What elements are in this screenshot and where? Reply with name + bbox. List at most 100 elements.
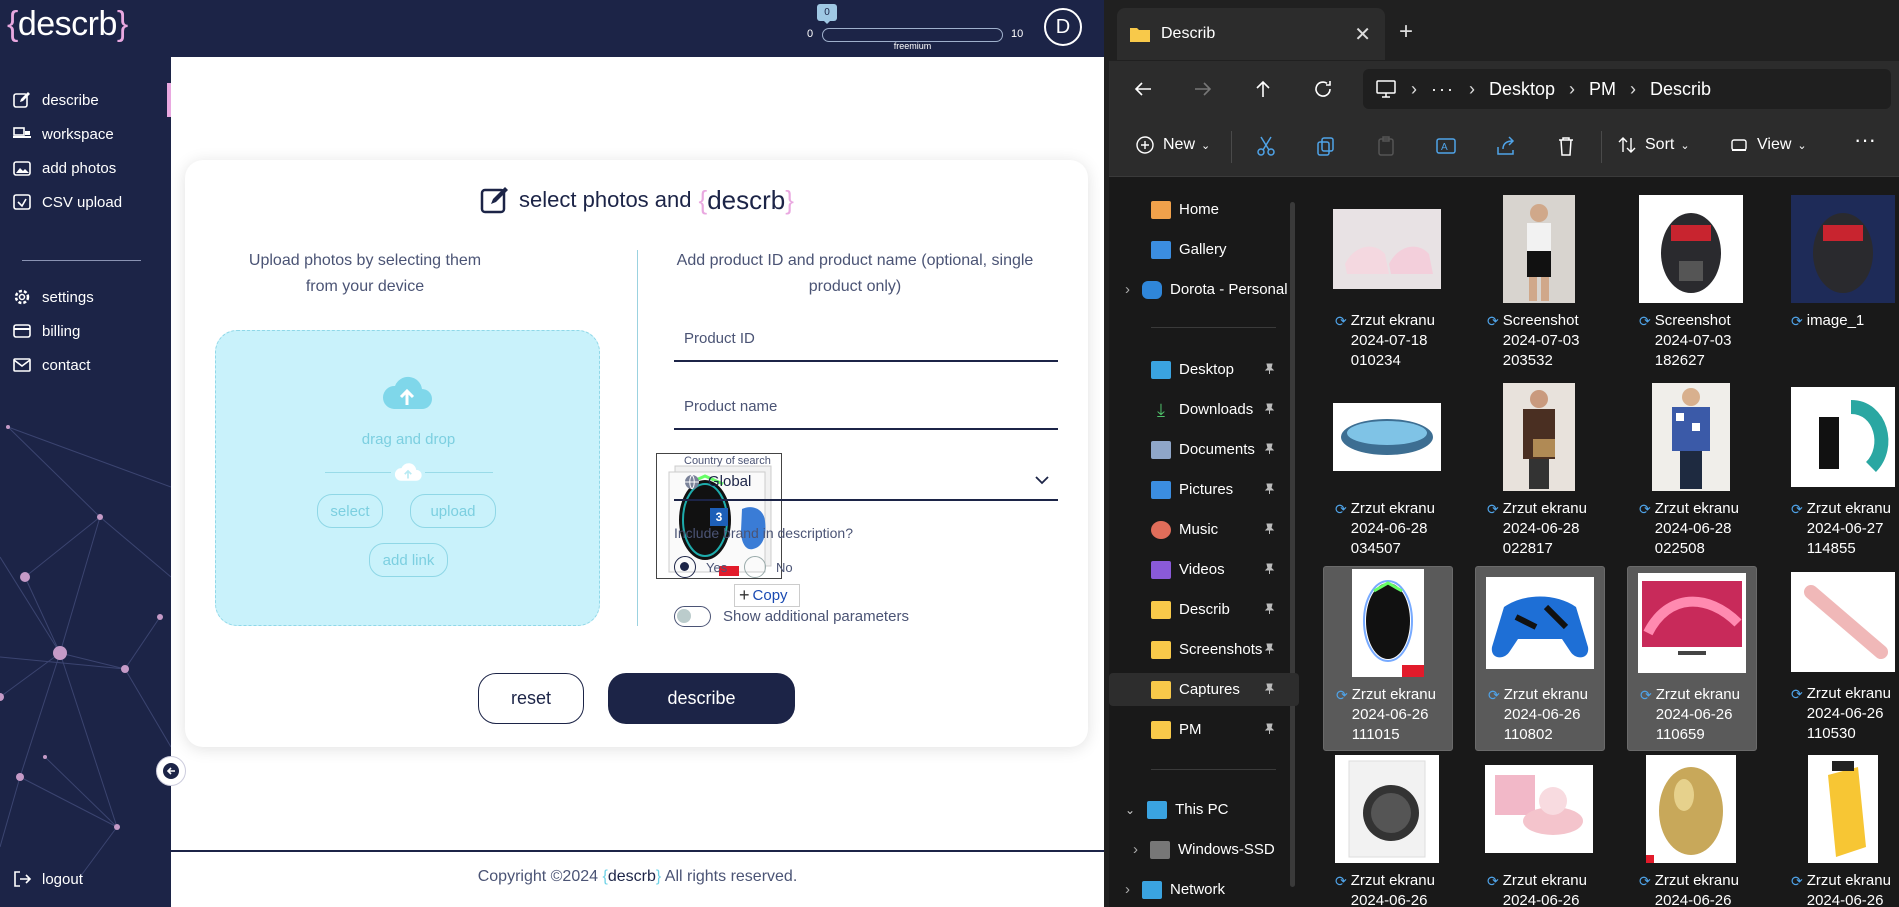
- brand-no-radio[interactable]: No: [744, 556, 793, 578]
- file-tile[interactable]: ⟳ Zrzut ekranu 2024-06-28 034507: [1323, 381, 1453, 566]
- file-tile[interactable]: ⟳ Zrzut ekranu 2024-07-18 010234: [1323, 193, 1453, 378]
- file-tile[interactable]: ⟳ Screenshot 2024-07-03 203532: [1475, 193, 1605, 378]
- plus-icon: +: [739, 585, 750, 605]
- share-icon[interactable]: [1495, 135, 1517, 157]
- nav-home[interactable]: Home: [1109, 193, 1299, 226]
- pin-icon: [1264, 483, 1275, 494]
- cut-icon[interactable]: [1255, 135, 1277, 157]
- nav-describ[interactable]: Describ: [1109, 593, 1299, 626]
- document-icon: [1151, 440, 1171, 459]
- file-name: ⟳ Zrzut ekranu 2024-06-26: [1791, 871, 1899, 907]
- forward-icon[interactable]: [1191, 77, 1215, 101]
- more-options-icon[interactable]: ···: [1854, 127, 1876, 153]
- file-tile[interactable]: ⟳ Zrzut ekranu 2024-06-26: [1323, 753, 1453, 907]
- nav-captures[interactable]: Captures: [1109, 673, 1299, 706]
- file-tile[interactable]: ⟳ Zrzut ekranu 2024-06-26 110530: [1779, 566, 1899, 751]
- avatar[interactable]: D: [1044, 8, 1082, 46]
- file-tile[interactable]: ⟳ Zrzut ekranu 2024-06-26: [1475, 753, 1605, 907]
- sync-icon: ⟳: [1640, 687, 1652, 703]
- product-name-placeholder: Product name: [684, 398, 778, 415]
- breadcrumb-desktop[interactable]: Desktop: [1489, 79, 1555, 100]
- tab-title: Describ: [1161, 25, 1216, 42]
- file-tile-selected[interactable]: ⟳ Zrzut ekranu 2024-06-26 111015: [1323, 566, 1453, 751]
- collapse-sidebar-button[interactable]: [156, 756, 186, 786]
- breadcrumb-pm[interactable]: PM: [1589, 79, 1616, 100]
- product-name-field[interactable]: Product name: [674, 388, 1058, 430]
- logo[interactable]: {descrb}: [7, 5, 128, 44]
- view-button[interactable]: View ⌄: [1729, 135, 1807, 155]
- nav-workspace[interactable]: workspace: [0, 117, 171, 151]
- file-tile[interactable]: ⟳ Zrzut ekranu 2024-06-26: [1779, 753, 1899, 907]
- brand-yes-radio[interactable]: Yes: [674, 556, 727, 578]
- nav-label: contact: [42, 356, 91, 374]
- add-link-button[interactable]: add link: [369, 543, 448, 577]
- nav-network[interactable]: › Network: [1109, 873, 1299, 906]
- nav-add-photos[interactable]: add photos: [0, 151, 171, 185]
- select-button[interactable]: select: [317, 494, 383, 528]
- nav-downloads[interactable]: ⤓ Downloads: [1109, 393, 1299, 426]
- reset-button[interactable]: reset: [478, 673, 584, 724]
- describe-button[interactable]: describe: [608, 673, 795, 724]
- nav-describe[interactable]: describe: [0, 83, 171, 117]
- file-tile-selected[interactable]: ⟳ Zrzut ekranu 2024-06-26 110659: [1627, 566, 1757, 751]
- file-thumbnail: [1635, 193, 1747, 305]
- address-bar[interactable]: › ··· › Desktop › PM › Describ: [1363, 69, 1891, 109]
- file-name: ⟳ Zrzut ekranu 2024-07-18 010234: [1335, 312, 1435, 369]
- paste-icon[interactable]: [1375, 135, 1397, 157]
- nav-onedrive[interactable]: › Dorota - Personal: [1109, 273, 1299, 306]
- nav-contact[interactable]: contact: [0, 348, 171, 382]
- up-icon[interactable]: [1251, 77, 1275, 101]
- music-icon: [1151, 520, 1171, 539]
- sort-button[interactable]: Sort ⌄: [1617, 135, 1690, 155]
- nav-pm[interactable]: PM: [1109, 713, 1299, 746]
- nav-label: CSV upload: [42, 193, 123, 211]
- chevron-down-icon: ⌄: [1201, 139, 1211, 152]
- plan-label: freemium: [893, 41, 932, 51]
- nav-label: describe: [42, 91, 99, 109]
- close-tab-icon[interactable]: ✕: [1354, 22, 1371, 47]
- ellipsis-icon[interactable]: ···: [1431, 79, 1455, 100]
- chevron-right-icon: ›: [1630, 78, 1637, 99]
- nav-settings[interactable]: settings: [0, 280, 171, 314]
- nav-billing[interactable]: billing: [0, 314, 171, 348]
- nav-csv-upload[interactable]: CSV upload: [0, 185, 171, 219]
- product-id-field[interactable]: Product ID: [674, 320, 1058, 362]
- nav-gallery[interactable]: Gallery: [1109, 233, 1299, 266]
- describe-card: select photos and {descrb} Upload photos…: [185, 160, 1088, 747]
- file-tile[interactable]: ⟳ Zrzut ekranu 2024-06-27 114855: [1779, 381, 1899, 566]
- copy-icon[interactable]: [1315, 135, 1337, 157]
- back-icon[interactable]: [1131, 77, 1155, 101]
- toggle-switch[interactable]: [674, 606, 711, 627]
- new-tab-button[interactable]: +: [1399, 18, 1413, 46]
- nav-videos[interactable]: Videos: [1109, 553, 1299, 586]
- nav-this-pc[interactable]: ⌄ This PC: [1109, 793, 1299, 826]
- file-tile[interactable]: ⟳ image_1: [1779, 193, 1899, 378]
- nav-pictures[interactable]: Pictures: [1109, 473, 1299, 506]
- nav-logout[interactable]: logout: [0, 862, 171, 896]
- new-button[interactable]: New ⌄: [1135, 135, 1210, 155]
- delete-icon[interactable]: [1555, 135, 1577, 157]
- chevron-right-icon: ›: [1125, 881, 1130, 898]
- nav-desktop[interactable]: Desktop: [1109, 353, 1299, 386]
- sync-icon: ⟳: [1639, 313, 1651, 329]
- photo-dropzone[interactable]: drag and drop select upload add link: [215, 330, 600, 626]
- nav-windows-ssd[interactable]: › Windows-SSD: [1109, 833, 1299, 866]
- nav-screenshots[interactable]: Screenshots: [1109, 633, 1299, 666]
- show-params-toggle[interactable]: Show additional parameters: [674, 606, 909, 627]
- file-tile[interactable]: ⟳ Zrzut ekranu 2024-06-26: [1627, 753, 1757, 907]
- explorer-tab[interactable]: Describ ✕: [1117, 8, 1385, 60]
- nav-documents[interactable]: Documents: [1109, 433, 1299, 466]
- breadcrumb-describ[interactable]: Describ: [1650, 79, 1711, 100]
- file-name: ⟳ Zrzut ekranu 2024-06-26: [1487, 871, 1605, 907]
- file-tile[interactable]: ⟳ Zrzut ekranu 2024-06-28 022817: [1475, 381, 1605, 566]
- refresh-icon[interactable]: [1311, 77, 1335, 101]
- rename-icon[interactable]: A: [1435, 135, 1457, 157]
- nav-music[interactable]: Music: [1109, 513, 1299, 546]
- pin-icon: [1264, 603, 1275, 614]
- country-select[interactable]: Country of search Global: [674, 445, 1058, 501]
- sync-icon: ⟳: [1487, 313, 1499, 329]
- file-tile-selected[interactable]: ⟳ Zrzut ekranu 2024-06-26 110802: [1475, 566, 1605, 751]
- file-tile[interactable]: ⟳ Screenshot 2024-07-03 182627: [1627, 193, 1757, 378]
- file-tile[interactable]: ⟳ Zrzut ekranu 2024-06-28 022508: [1627, 381, 1757, 566]
- upload-button[interactable]: upload: [410, 494, 496, 528]
